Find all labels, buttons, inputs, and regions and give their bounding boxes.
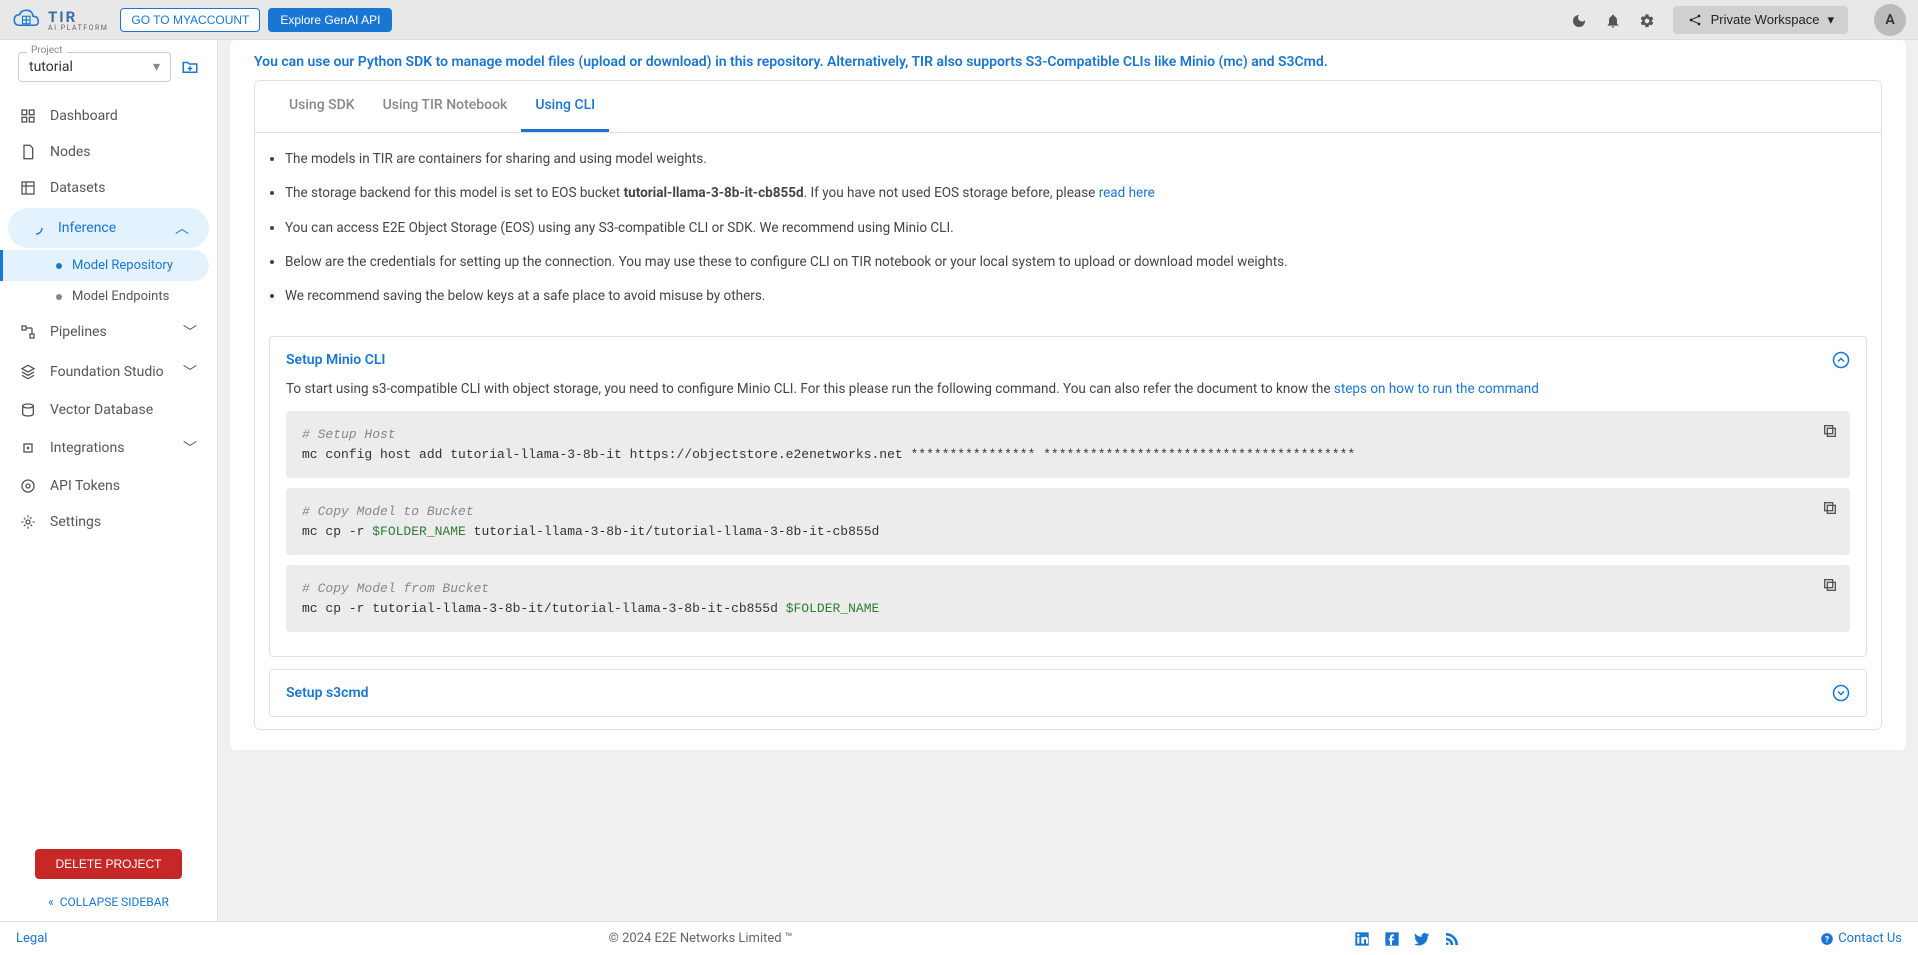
- sidebar-item-nodes[interactable]: Nodes: [0, 134, 217, 170]
- contact-link[interactable]: Contact Us: [1838, 931, 1902, 946]
- new-folder-icon[interactable]: [181, 58, 199, 76]
- logo[interactable]: TIR AI PLATFORM: [12, 8, 108, 32]
- chevron-down-icon: ﹀: [183, 322, 197, 342]
- accordion-desc: To start using s3-compatible CLI with ob…: [286, 381, 1850, 397]
- tab-notebook[interactable]: Using TIR Notebook: [369, 81, 522, 132]
- copyright: © 2024 E2E Networks Limited ™: [47, 931, 1354, 946]
- doc-icon: [20, 144, 36, 160]
- avatar[interactable]: A: [1874, 4, 1906, 36]
- facebook-icon[interactable]: [1384, 931, 1400, 947]
- sidebar-item-settings[interactable]: Settings: [0, 504, 217, 540]
- sidebar-item-api-tokens[interactable]: API Tokens: [0, 468, 217, 504]
- myaccount-button[interactable]: GO TO MYACCOUNT: [120, 8, 260, 32]
- sidebar-item-pipelines[interactable]: Pipelines﹀: [0, 312, 217, 352]
- sidebar-item-inference[interactable]: Inference︿: [8, 208, 209, 248]
- copy-icon[interactable]: [1822, 575, 1838, 595]
- copy-icon[interactable]: [1822, 421, 1838, 441]
- project-value: tutorial: [29, 59, 73, 75]
- plug-icon: [20, 440, 36, 456]
- legal-link[interactable]: Legal: [16, 931, 47, 946]
- sidebar-item-datasets[interactable]: Datasets: [0, 170, 217, 206]
- sidebar: Project tutorial ▾ Dashboard Nodes Datas…: [0, 40, 218, 921]
- accordion-minio-header[interactable]: Setup Minio CLI: [286, 351, 1850, 369]
- sidebar-item-model-endpoints[interactable]: Model Endpoints: [40, 281, 217, 312]
- tab-sdk[interactable]: Using SDK: [275, 81, 369, 132]
- sidebar-item-integrations[interactable]: Integrations﹀: [0, 428, 217, 468]
- tabs: Using SDK Using TIR Notebook Using CLI: [255, 81, 1881, 133]
- sidebar-item-vectordb[interactable]: Vector Database: [0, 392, 217, 428]
- linkedin-icon[interactable]: [1354, 931, 1370, 947]
- sidebar-item-dashboard[interactable]: Dashboard: [0, 98, 217, 134]
- expand-icon: [1832, 684, 1850, 702]
- chevron-down-icon: ﹀: [183, 362, 197, 382]
- copy-icon[interactable]: [1822, 498, 1838, 518]
- twitter-icon[interactable]: [1414, 931, 1430, 947]
- workspace-button[interactable]: Private Workspace ▾: [1673, 6, 1848, 34]
- sidebar-item-model-repo[interactable]: Model Repository: [0, 250, 209, 281]
- layers-icon: [20, 364, 36, 380]
- footer: Legal © 2024 E2E Networks Limited ™ ? Co…: [0, 921, 1918, 955]
- chevron-down-icon: ﹀: [183, 438, 197, 458]
- key-icon: [20, 478, 36, 494]
- share-icon: [1687, 12, 1703, 28]
- dot-icon: [56, 263, 62, 269]
- table-icon: [20, 180, 36, 196]
- collapse-icon: [1832, 351, 1850, 369]
- cog-icon: [20, 514, 36, 530]
- explore-button[interactable]: Explore GenAI API: [268, 8, 392, 32]
- help-icon: ?: [1820, 931, 1834, 946]
- delete-project-button[interactable]: DELETE PROJECT: [35, 849, 181, 879]
- steps-link[interactable]: steps on how to run the command: [1334, 381, 1539, 397]
- accordion-s3cmd: Setup s3cmd: [269, 669, 1867, 717]
- collapse-sidebar-button[interactable]: « COLLAPSE SIDEBAR: [12, 895, 205, 909]
- code-block-3: # Copy Model from Bucket mc cp -r tutori…: [286, 565, 1850, 632]
- chevron-up-icon: ︿: [175, 218, 189, 238]
- project-label: Project: [27, 45, 67, 56]
- pipeline-icon: [20, 324, 36, 340]
- gear-icon[interactable]: [1639, 10, 1655, 29]
- workspace-label: Private Workspace: [1711, 12, 1820, 27]
- topbar: TIR AI PLATFORM GO TO MYACCOUNT Explore …: [0, 0, 1918, 40]
- dot-icon: [56, 294, 62, 300]
- project-select[interactable]: Project tutorial ▾: [18, 52, 171, 82]
- bullet-3: You can access E2E Object Storage (EOS) …: [285, 218, 1851, 238]
- caret-down-icon: ▾: [1827, 12, 1834, 28]
- chevron-left-icon: «: [48, 895, 54, 909]
- bullet-5: We recommend saving the below keys at a …: [285, 286, 1851, 306]
- tab-cli[interactable]: Using CLI: [521, 81, 609, 132]
- cloud-icon: [12, 8, 42, 32]
- code-block-2: # Copy Model to Bucket mc cp -r $FOLDER_…: [286, 488, 1850, 555]
- chevron-down-icon: ▾: [153, 59, 160, 75]
- code-block-1: # Setup Host mc config host add tutorial…: [286, 411, 1850, 478]
- svg-text:?: ?: [1825, 933, 1829, 943]
- moon-icon[interactable]: [1571, 10, 1587, 29]
- bullet-2: The storage backend for this model is se…: [285, 183, 1851, 203]
- bell-icon[interactable]: [1605, 10, 1621, 29]
- db-icon: [20, 402, 36, 418]
- main-content: You can use our Python SDK to manage mod…: [218, 40, 1918, 921]
- sidebar-item-foundation[interactable]: Foundation Studio﹀: [0, 352, 217, 392]
- bullet-1: The models in TIR are containers for sha…: [285, 149, 1851, 169]
- accordion-minio: Setup Minio CLI To start using s3-compat…: [269, 336, 1867, 657]
- grid-icon: [20, 108, 36, 124]
- accordion-s3cmd-header[interactable]: Setup s3cmd: [286, 684, 1850, 702]
- bullet-list: The models in TIR are containers for sha…: [255, 133, 1881, 336]
- intro-text: You can use our Python SDK to manage mod…: [230, 40, 1906, 80]
- inference-icon: [28, 220, 44, 236]
- bullet-4: Below are the credentials for setting up…: [285, 252, 1851, 272]
- logo-text: TIR: [48, 8, 77, 26]
- rss-icon[interactable]: [1444, 931, 1460, 947]
- logo-subtext: AI PLATFORM: [48, 24, 108, 32]
- read-here-link[interactable]: read here: [1099, 185, 1155, 201]
